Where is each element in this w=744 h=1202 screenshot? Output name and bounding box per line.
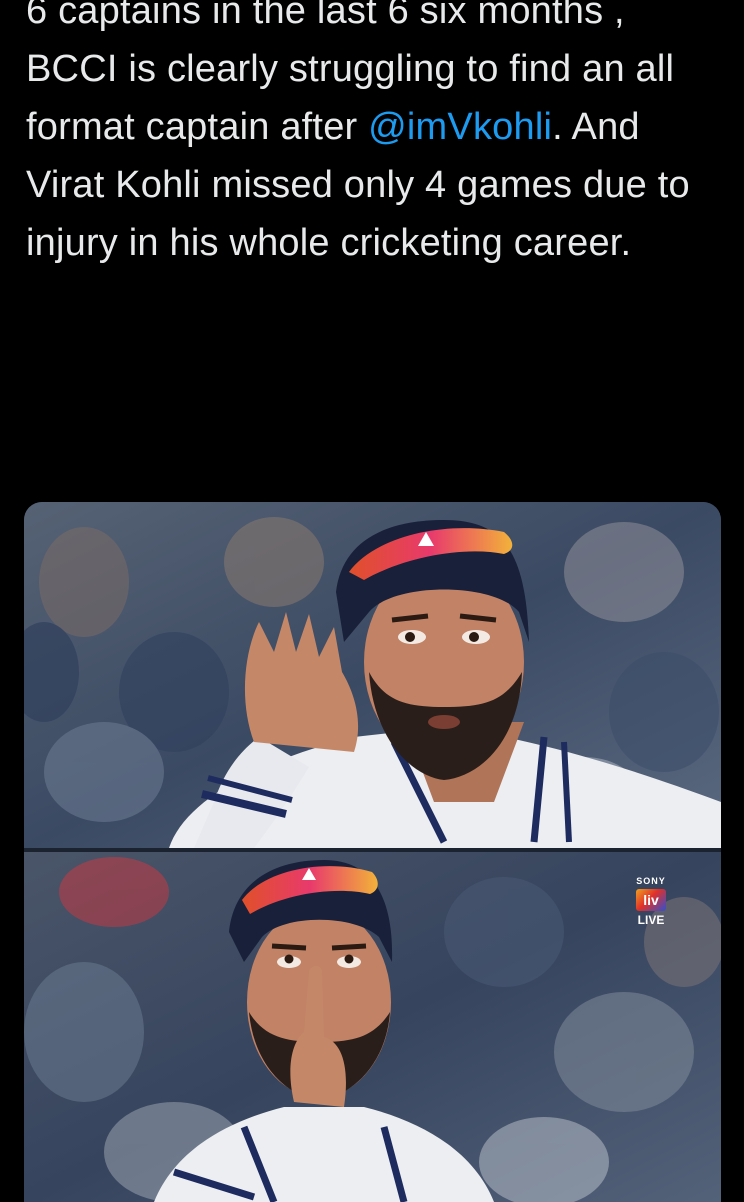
mention-link[interactable]: @imVkohli <box>368 106 552 148</box>
photo-player-finger-on-lips: SONY liv LIVE <box>24 852 721 1202</box>
broadcaster-mark: liv <box>636 889 666 911</box>
photo-player-cupping-ear <box>24 502 721 848</box>
tweet-text: 6 captains in the last 6 six months , BC… <box>26 0 726 272</box>
broadcaster-brand: SONY <box>636 876 666 886</box>
live-badge: LIVE <box>637 913 665 927</box>
tweet-media[interactable]: SONY liv LIVE <box>24 502 721 1202</box>
broadcaster-logo: SONY liv LIVE <box>629 876 673 927</box>
